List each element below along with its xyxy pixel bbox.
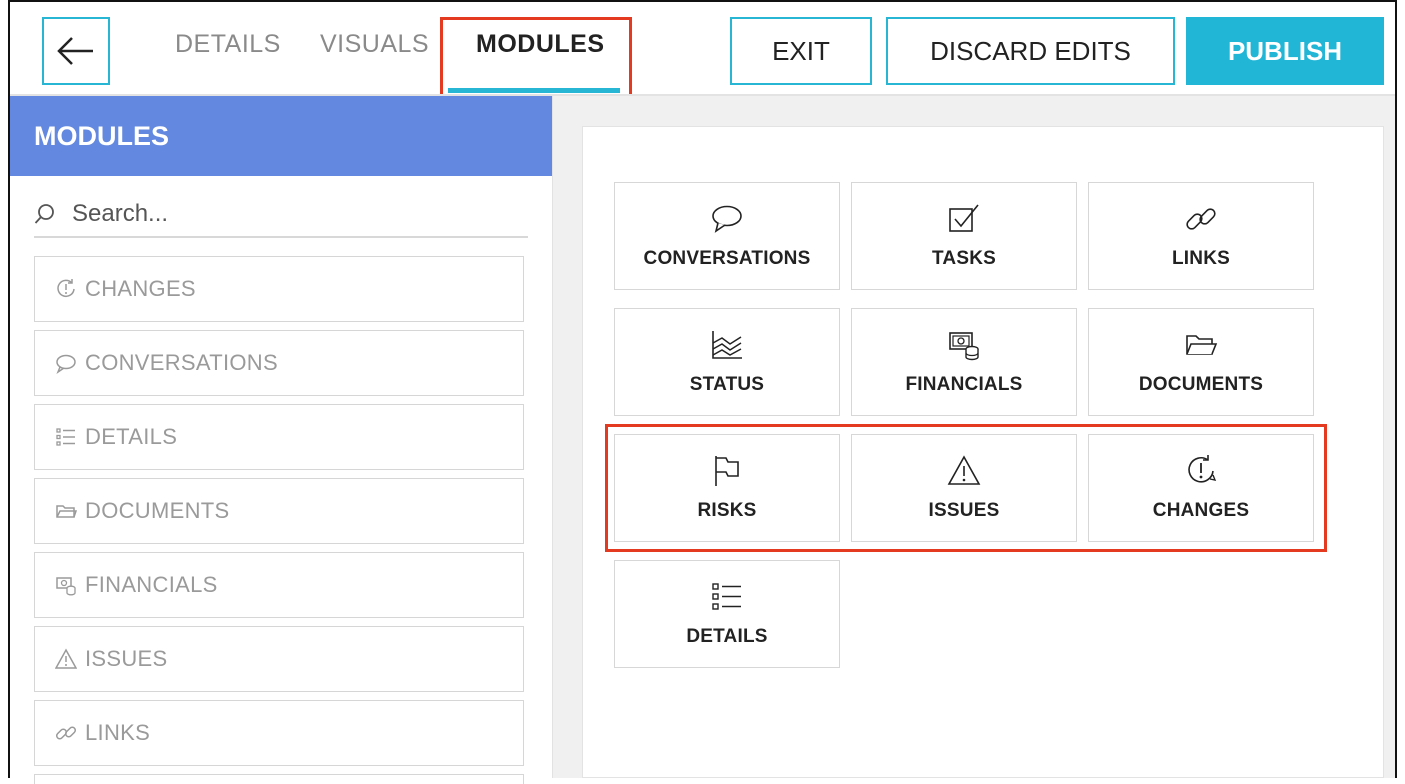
sidebar-item-issues[interactable]: ISSUES (34, 626, 524, 692)
sidebar-item-details[interactable]: DETAILS (34, 404, 524, 470)
warning-icon (55, 648, 77, 670)
speech-bubble-icon (55, 352, 77, 374)
tile-documents[interactable]: DOCUMENTS (1088, 308, 1314, 416)
tile-status[interactable]: STATUS (614, 308, 840, 416)
tile-financials[interactable]: FINANCIALS (851, 308, 1077, 416)
sidebar-item-changes[interactable]: CHANGES (34, 256, 524, 322)
tile-conversations[interactable]: CONVERSATIONS (614, 182, 840, 290)
search-icon (34, 204, 54, 224)
top-bar: DETAILS VISUALS MODULES EXIT DISCARD EDI… (10, 2, 1395, 107)
sidebar-item-documents[interactable]: DOCUMENTS (34, 478, 524, 544)
link-icon (1184, 202, 1218, 236)
tile-tasks[interactable]: TASKS (851, 182, 1077, 290)
sidebar-item-conversations[interactable]: CONVERSATIONS (34, 330, 524, 396)
search-box (34, 192, 528, 238)
list-icon (55, 426, 77, 448)
sidebar-item-label: CHANGES (85, 276, 196, 301)
status-chart-icon (710, 328, 744, 362)
tile-label: FINANCIALS (905, 374, 1023, 395)
sidebar-item-label: ISSUES (85, 646, 168, 671)
list-icon (710, 580, 744, 614)
exit-button[interactable]: EXIT (730, 17, 872, 85)
tile-label: STATUS (689, 374, 765, 395)
tiles-highlight-box (605, 424, 1327, 552)
back-button[interactable] (42, 17, 110, 85)
tile-links[interactable]: LINKS (1088, 182, 1314, 290)
tab-visuals[interactable]: VISUALS (320, 30, 429, 59)
tile-label: TASKS (932, 248, 996, 269)
discard-edits-button[interactable]: DISCARD EDITS (886, 17, 1175, 85)
tile-label: DETAILS (686, 626, 768, 647)
tile-label: LINKS (1172, 248, 1230, 269)
modules-sidebar: MODULES CHANGES CONVERSATIONS DETAILS DO… (10, 96, 553, 784)
speech-bubble-icon (710, 202, 744, 236)
sidebar-item-label: DETAILS (85, 424, 178, 449)
tile-label: CONVERSATIONS (643, 248, 811, 269)
financials-icon (947, 328, 981, 362)
sidebar-item-links[interactable]: LINKS (34, 700, 524, 766)
sidebar-title: MODULES (10, 96, 552, 176)
sidebar-item-label: CONVERSATIONS (85, 350, 278, 375)
sidebar-item-label: FINANCIALS (85, 572, 218, 597)
folder-icon (1184, 328, 1218, 362)
link-icon (55, 722, 77, 744)
folder-icon (55, 500, 77, 522)
sidebar-item-label: LINKS (85, 720, 151, 745)
tile-label: DOCUMENTS (1138, 374, 1264, 395)
tab-details[interactable]: DETAILS (175, 30, 281, 59)
sidebar-item-label: DOCUMENTS (85, 498, 230, 523)
changes-icon (55, 278, 77, 300)
sidebar-item-financials[interactable]: FINANCIALS (34, 552, 524, 618)
arrow-left-icon (57, 37, 93, 65)
publish-button[interactable]: PUBLISH (1186, 17, 1384, 85)
tile-details[interactable]: DETAILS (614, 560, 840, 668)
sidebar-item-partial[interactable] (34, 774, 524, 784)
financials-icon (55, 574, 77, 596)
search-input[interactable] (70, 199, 494, 229)
checkbox-icon (947, 202, 981, 236)
